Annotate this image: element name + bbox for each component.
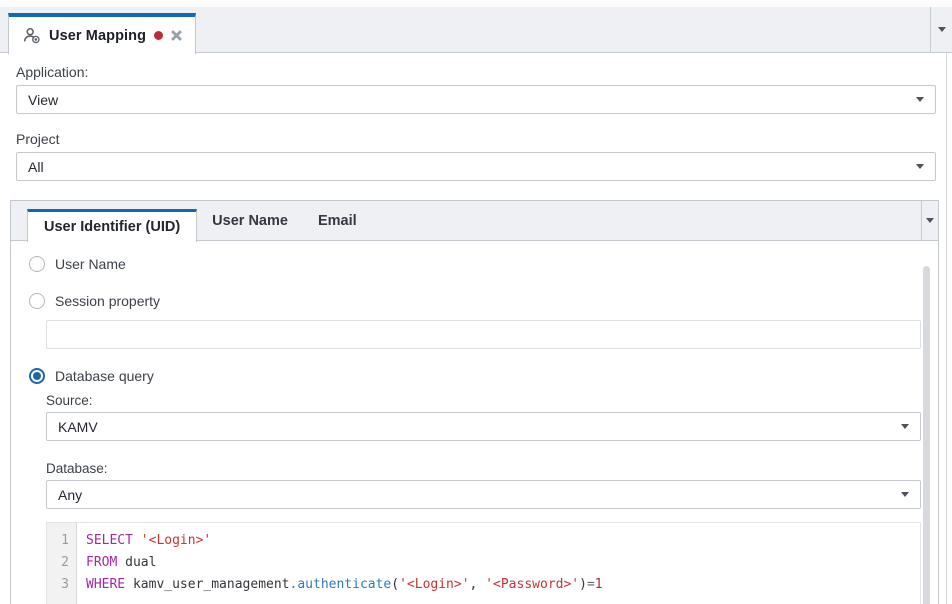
database-select[interactable]: Any [46, 480, 921, 509]
sql-query-editor[interactable]: 123 SELECT '<Login>'FROM dualWHERE kamv_… [46, 522, 921, 604]
radio-user-name[interactable] [29, 256, 45, 272]
chevron-down-icon [916, 97, 924, 102]
document-tabbar: User Mapping [0, 0, 952, 53]
chevron-down-icon [901, 424, 909, 429]
project-label: Project [16, 131, 936, 147]
chevron-down-icon [938, 27, 946, 32]
tab-label: User Identifier (UID) [44, 219, 180, 235]
uid-tab-body: User Name Session property Database quer… [11, 256, 938, 604]
radio-database-query[interactable] [29, 368, 45, 384]
radio-database-query-label: Database query [55, 368, 154, 384]
mapping-tabs-overflow-button[interactable] [921, 201, 938, 240]
tab-label: Email [318, 213, 357, 229]
user-mapping-panel: User Identifier (UID) User Name Email Us… [10, 200, 939, 604]
tab-label: User Name [212, 213, 288, 229]
vertical-scrollbar-thumb[interactable] [923, 266, 930, 604]
tab-user-mapping[interactable]: User Mapping [8, 13, 196, 54]
mapping-tabs: User Identifier (UID) User Name Email [11, 201, 938, 241]
tab-user-name[interactable]: User Name [197, 201, 303, 240]
application-select[interactable]: View [16, 85, 936, 114]
project-select[interactable]: All [16, 152, 936, 181]
chevron-down-icon [916, 164, 924, 169]
source-select[interactable]: KAMV [46, 412, 921, 441]
tab-list-overflow-button[interactable] [930, 7, 952, 52]
editor-code[interactable]: SELECT '<Login>'FROM dualWHERE kamv_user… [77, 523, 603, 604]
radio-user-name-label: User Name [55, 256, 126, 272]
source-label: Source: [46, 393, 938, 408]
database-label: Database: [46, 461, 938, 476]
project-select-value: All [28, 159, 44, 175]
chevron-down-icon [901, 492, 909, 497]
user-mapping-icon [22, 27, 41, 44]
tab-user-identifier-uid[interactable]: User Identifier (UID) [27, 209, 197, 242]
application-label: Application: [16, 64, 936, 80]
editor-gutter: 123 [47, 523, 77, 604]
session-property-input[interactable] [46, 320, 921, 349]
modified-indicator-dot [154, 31, 163, 40]
page-content: Application: View Project All [0, 53, 952, 181]
tab-title: User Mapping [49, 28, 146, 44]
database-select-value: Any [58, 487, 82, 503]
application-select-value: View [28, 92, 58, 108]
radio-session-property[interactable] [29, 293, 45, 309]
tab-email[interactable]: Email [303, 201, 372, 240]
chevron-down-icon [926, 218, 934, 223]
source-select-value: KAMV [58, 419, 98, 435]
close-tab-icon[interactable] [171, 30, 182, 41]
radio-session-property-label: Session property [55, 293, 160, 309]
page-right-edge-divider [946, 53, 947, 604]
